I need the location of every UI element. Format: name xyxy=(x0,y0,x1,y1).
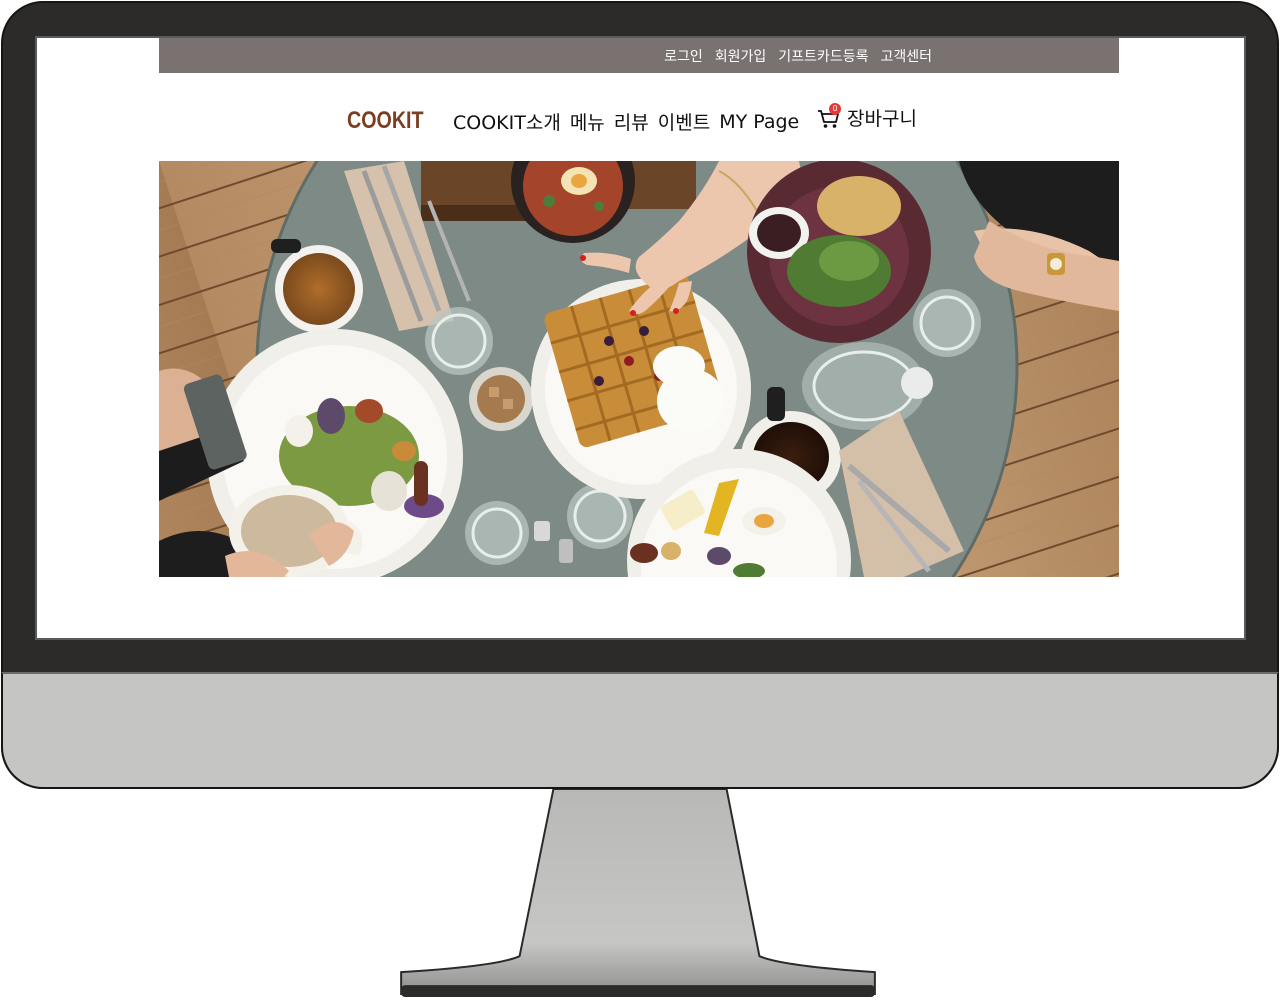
site-header: COOKIT COOKIT소개 메뉴 리뷰 이벤트 MY Page 0 장바구니 xyxy=(159,73,1119,161)
site-logo[interactable]: COOKIT xyxy=(347,107,424,135)
cart-count-badge: 0 xyxy=(829,102,841,115)
main-nav: COOKIT소개 메뉴 리뷰 이벤트 MY Page xyxy=(453,108,799,135)
shopping-cart-icon: 0 xyxy=(817,102,841,130)
signup-link[interactable]: 회원가입 xyxy=(715,46,767,66)
login-link[interactable]: 로그인 xyxy=(664,46,703,66)
giftcard-link[interactable]: 기프트카드등록 xyxy=(778,46,868,66)
utility-bar: 로그인 회원가입 기프트카드등록 고객센터 xyxy=(159,38,1119,73)
monitor-chin xyxy=(1,672,1279,789)
nav-item-menu[interactable]: 메뉴 xyxy=(570,108,605,135)
screen: 로그인 회원가입 기프트카드등록 고객센터 COOKIT COOKIT소개 메뉴… xyxy=(35,36,1246,640)
utility-links: 로그인 회원가입 기프트카드등록 고객센터 xyxy=(664,38,932,73)
cart-label: 장바구니 xyxy=(847,108,917,130)
nav-item-review[interactable]: 리뷰 xyxy=(614,108,649,135)
hero-image xyxy=(159,161,1119,577)
nav-item-mypage[interactable]: MY Page xyxy=(719,111,799,133)
hero-breakfast-photo xyxy=(159,161,1119,577)
monitor-stand xyxy=(400,789,876,998)
nav-item-about[interactable]: COOKIT소개 xyxy=(453,108,561,135)
cart-button[interactable]: 0 장바구니 xyxy=(817,102,917,131)
customer-center-link[interactable]: 고객센터 xyxy=(880,46,932,66)
nav-item-event[interactable]: 이벤트 xyxy=(658,108,710,135)
